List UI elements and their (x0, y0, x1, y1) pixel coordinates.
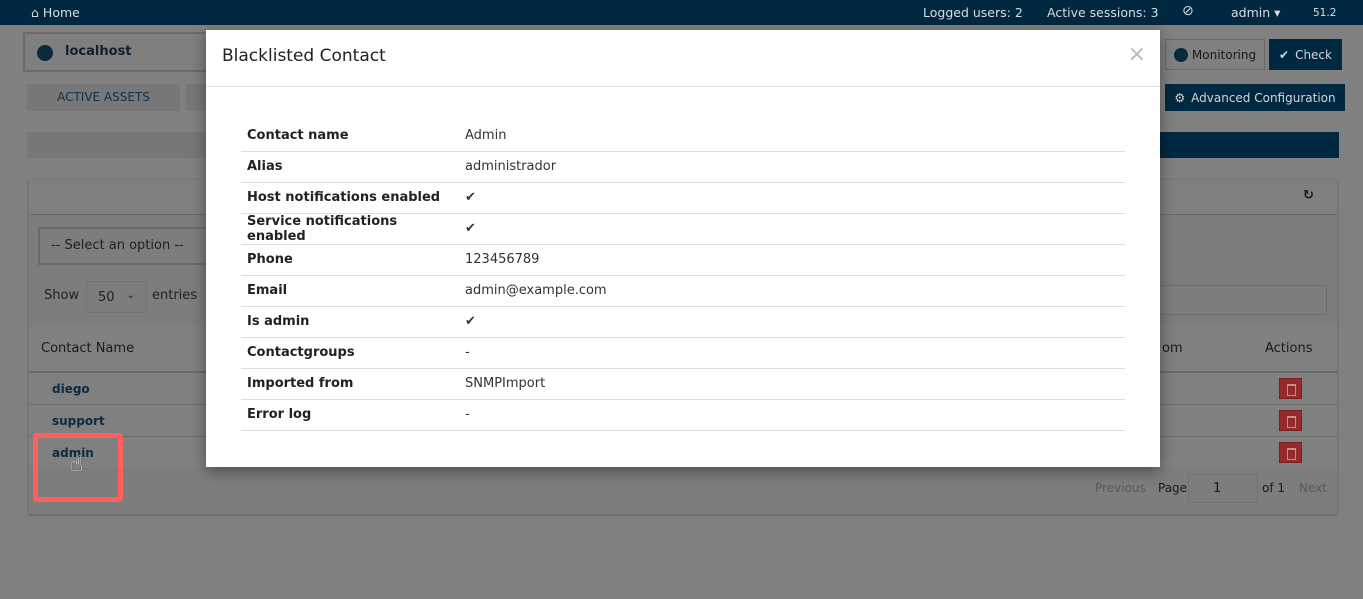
page-input[interactable]: 1 (1188, 474, 1258, 503)
trash-icon[interactable] (1279, 442, 1302, 463)
contact-link[interactable]: support (52, 414, 105, 428)
active-sessions: Active sessions: 3 (1047, 5, 1159, 20)
detail-label: Service notifications enabled (241, 213, 459, 245)
gears-icon: ⚙ (1174, 90, 1186, 105)
advanced-configuration-button[interactable]: ⚙ Advanced Configuration (1165, 84, 1345, 111)
detail-row: Contactgroups - (241, 337, 1125, 369)
detail-row: Email admin@example.com (241, 275, 1125, 307)
column-actions: Actions (1265, 341, 1313, 356)
detail-row: Service notifications enabled ✔ (241, 213, 1125, 245)
column-contact-name[interactable]: Contact Name (41, 341, 134, 356)
home-link[interactable]: ⌂ Home (31, 5, 80, 20)
check-icon: ✔ (459, 306, 1125, 338)
refresh-icon[interactable]: ↻ (1303, 188, 1314, 203)
entries-label: entries (152, 288, 198, 303)
user-menu[interactable]: admin ▾ (1231, 5, 1280, 20)
previous-button[interactable]: Previous (1095, 481, 1146, 495)
detail-label: Host notifications enabled (241, 182, 459, 214)
detail-row: Imported from SNMPImport (241, 368, 1125, 400)
detail-label: Contact name (241, 120, 459, 152)
user-name: admin (1231, 5, 1271, 20)
detail-label: Contactgroups (241, 337, 459, 369)
detail-value: SNMPImport (459, 368, 1125, 400)
detail-value: admin@example.com (459, 275, 1125, 307)
close-icon[interactable]: × (1128, 42, 1146, 67)
column-imported-from[interactable]: om (1162, 341, 1183, 356)
detail-row: Is admin ✔ (241, 306, 1125, 338)
modal-header: Blacklisted Contact × (206, 30, 1160, 87)
monitoring-logo-icon (37, 45, 53, 61)
entries-value: 50 (98, 290, 115, 305)
contact-details-table: Contact name Admin Alias administrador Host … (241, 120, 1125, 431)
detail-label: Alias (241, 151, 459, 183)
trash-icon[interactable] (1279, 410, 1302, 431)
monitoring-label: Monitoring (1191, 47, 1257, 62)
logged-users: Logged users: 2 (923, 5, 1023, 20)
section-bar-dark (1160, 132, 1339, 158)
check-icon: ✔ (459, 182, 1125, 214)
detail-value: administrador (459, 151, 1125, 183)
detail-value: Admin (459, 120, 1125, 152)
detail-label: Phone (241, 244, 459, 276)
modal-title: Blacklisted Contact (222, 46, 386, 66)
detail-label: Email (241, 275, 459, 307)
detail-row: Host notifications enabled ✔ (241, 182, 1125, 214)
option-select[interactable]: -- Select an option -- (38, 227, 208, 265)
detail-label: Is admin (241, 306, 459, 338)
home-label: Home (42, 5, 80, 20)
hand-cursor-icon: ☝ (70, 452, 84, 477)
section-bar (27, 132, 207, 158)
advanced-configuration-label: Advanced Configuration (1191, 90, 1336, 105)
disabled-icon[interactable]: ⊘ (1182, 3, 1194, 19)
host-selector[interactable]: localhost (23, 32, 213, 72)
check-icon: ✔ (459, 213, 1125, 245)
contact-link[interactable]: diego (52, 382, 90, 396)
detail-value: 123456789 (459, 244, 1125, 276)
entries-select[interactable]: 50 ⌄ (86, 281, 147, 313)
check-label: Check (1295, 47, 1332, 62)
detail-label: Imported from (241, 368, 459, 400)
detail-value: - (459, 337, 1125, 369)
page-label: Page (1158, 481, 1188, 495)
check-button[interactable]: ✔ Check (1269, 39, 1342, 70)
detail-label: Error log (241, 399, 459, 431)
top-navbar: ⌂ Home Logged users: 2 Active sessions: … (0, 0, 1363, 25)
next-button[interactable]: Next (1299, 481, 1327, 495)
page-value: 1 (1213, 481, 1222, 496)
search-input[interactable] (1150, 285, 1327, 315)
monitoring-button[interactable]: Monitoring (1165, 39, 1265, 70)
detail-row: Alias administrador (241, 151, 1125, 183)
host-name: localhost (65, 44, 132, 59)
tab-active-assets[interactable]: ACTIVE ASSETS (27, 84, 180, 111)
detail-value: - (459, 399, 1125, 431)
detail-row: Error log - (241, 399, 1125, 431)
tab-placeholder[interactable] (186, 84, 206, 111)
version: 51.2 (1313, 7, 1337, 19)
chevron-down-icon: ⌄ (126, 290, 135, 301)
detail-row: Contact name Admin (241, 120, 1125, 152)
detail-row: Phone 123456789 (241, 244, 1125, 276)
check-icon: ✔ (1279, 47, 1290, 62)
select-placeholder: -- Select an option -- (51, 238, 184, 253)
show-label: Show (44, 288, 80, 303)
trash-icon[interactable] (1279, 378, 1302, 399)
monitoring-icon (1173, 47, 1188, 62)
blacklisted-contact-modal: Blacklisted Contact × Contact name Admin A… (206, 30, 1160, 467)
page-total: of 1 (1262, 481, 1286, 495)
